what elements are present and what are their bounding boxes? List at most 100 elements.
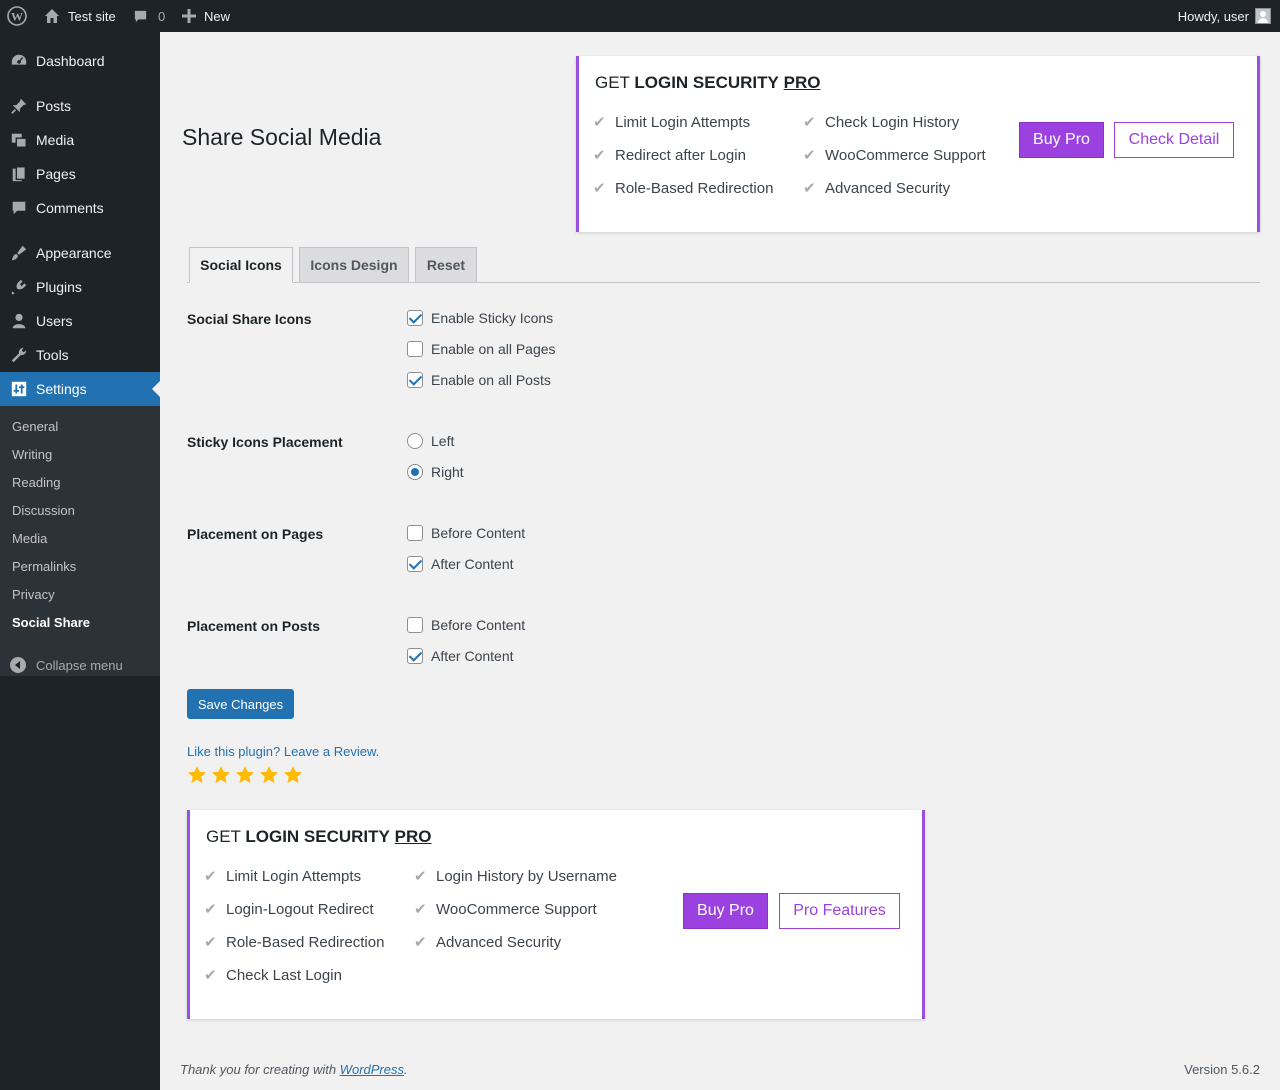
admin-bar: W Test site 0 New Howdy, user [0,0,1280,32]
check-icon: ✔ [803,147,816,164]
new-content-link[interactable]: New [182,0,230,32]
check-detail-button[interactable]: Check Detail [1114,122,1234,158]
pro-features-button[interactable]: Pro Features [779,893,900,929]
wordpress-logo-icon[interactable]: W [7,0,27,32]
placement-left-option[interactable]: Left [407,433,454,449]
account-menu[interactable]: Howdy, user [1178,0,1271,32]
wrench-icon [9,345,29,365]
check-icon: ✔ [204,934,217,951]
sidebar-item-settings[interactable]: Settings [0,372,160,406]
sidebar-item-appearance[interactable]: Appearance [0,236,160,270]
comment-icon [133,9,148,24]
rating-stars[interactable] [187,765,303,785]
sidebar-item-label: Users [36,313,73,329]
pages-after-content-option[interactable]: After Content [407,556,514,572]
promo-get: GET [595,73,630,92]
placement-left-radio[interactable] [407,433,423,449]
submenu-discussion[interactable]: Discussion [12,503,75,518]
posts-before-content-option[interactable]: Before Content [407,617,525,633]
promo-feature: ✔ Login-Logout Redirect [204,900,374,919]
tab-icons-design[interactable]: Icons Design [299,247,409,283]
avatar [1255,8,1271,24]
placement-right-radio[interactable] [407,464,423,480]
sidebar-item-comments[interactable]: Comments [0,191,160,225]
leave-review-link[interactable]: Like this plugin? Leave a Review. [187,744,379,759]
enable-all-pages-checkbox[interactable] [407,341,423,357]
pages-after-content-checkbox[interactable] [407,556,423,572]
collapse-label: Collapse menu [36,657,123,673]
promo-feature: ✔ Login History by Username [414,867,617,886]
buy-pro-button[interactable]: Buy Pro [683,893,768,929]
enable-sticky-icons-checkbox[interactable] [407,310,423,326]
save-changes-button[interactable]: Save Changes [187,689,294,719]
comments-link[interactable]: 0 [133,0,165,32]
star-icon[interactable] [283,765,303,785]
submenu-writing[interactable]: Writing [12,447,52,462]
sidebar-item-label: Posts [36,98,72,114]
settings-icon [9,379,29,399]
submenu-media[interactable]: Media [12,531,47,546]
sidebar-item-pages[interactable]: Pages [0,157,160,191]
promo-feature: ✔ Limit Login Attempts [593,113,751,132]
star-icon[interactable] [211,765,231,785]
promo-feature: ✔ Advanced Security [414,933,562,952]
social-share-icons-label: Social Share Icons [187,311,312,327]
placement-right-option[interactable]: Right [407,464,464,480]
check-icon: ✔ [414,868,427,885]
submenu-social-share[interactable]: Social Share [12,615,90,630]
promo-feature: ✔ WooCommerce Support [414,900,597,919]
home-icon [44,8,60,24]
check-icon: ✔ [803,180,816,197]
enable-all-pages-option[interactable]: Enable on all Pages [407,341,556,357]
enable-sticky-icons-option[interactable]: Enable Sticky Icons [407,310,553,326]
page-title: Share Social Media [182,124,382,150]
sidebar-item-label: Dashboard [36,53,105,69]
promo-heading: GET LOGIN SECURITY PRO [595,73,820,93]
svg-text:W: W [11,10,23,24]
promo-pro: PRO [783,73,821,92]
sidebar-item-label: Appearance [36,245,112,261]
promo-box-top: GET LOGIN SECURITY PRO ✔ Limit Login Atte… [576,56,1260,232]
promo-feature: ✔ Check Login History [803,113,960,132]
enable-all-posts-option[interactable]: Enable on all Posts [407,372,551,388]
buy-pro-button[interactable]: Buy Pro [1019,122,1104,158]
sidebar-item-plugins[interactable]: Plugins [0,270,160,304]
promo-feature: ✔ Check Last Login [204,966,342,985]
brush-icon [9,243,29,263]
site-home-link[interactable]: Test site [44,0,116,32]
posts-after-content-option[interactable]: After Content [407,648,514,664]
sidebar-item-media[interactable]: Media [0,123,160,157]
submenu-privacy[interactable]: Privacy [12,587,55,602]
pin-icon [9,96,29,116]
pages-before-content-checkbox[interactable] [407,525,423,541]
star-icon[interactable] [259,765,279,785]
submenu-general[interactable]: General [12,419,58,434]
pages-before-content-option[interactable]: Before Content [407,525,525,541]
submenu-permalinks[interactable]: Permalinks [12,559,76,574]
tab-reset[interactable]: Reset [415,247,477,283]
wordpress-link[interactable]: WordPress [340,1062,404,1077]
sidebar-item-posts[interactable]: Posts [0,89,160,123]
promo-get: GET [206,827,241,846]
check-icon: ✔ [414,901,427,918]
promo-pro: PRO [394,827,432,846]
collapse-menu-button[interactable]: Collapse menu [0,648,160,682]
star-icon[interactable] [235,765,255,785]
submenu-reading[interactable]: Reading [12,475,60,490]
star-icon[interactable] [187,765,207,785]
posts-before-content-checkbox[interactable] [407,617,423,633]
sidebar-item-users[interactable]: Users [0,304,160,338]
posts-after-content-checkbox[interactable] [407,648,423,664]
plus-icon [182,9,196,23]
sidebar-item-dashboard[interactable]: Dashboard [0,44,160,78]
check-icon: ✔ [593,114,606,131]
howdy-text: Howdy, user [1177,8,1249,24]
settings-submenu: General Writing Reading Discussion Media… [0,406,160,676]
enable-all-posts-checkbox[interactable] [407,372,423,388]
sidebar-item-tools[interactable]: Tools [0,338,160,372]
check-icon: ✔ [204,901,217,918]
promo-feature: ✔ Role-Based Redirection [204,933,385,952]
new-label: New [204,8,231,24]
tab-social-icons[interactable]: Social Icons [189,247,293,283]
promo-heading: GET LOGIN SECURITY PRO [206,827,431,847]
